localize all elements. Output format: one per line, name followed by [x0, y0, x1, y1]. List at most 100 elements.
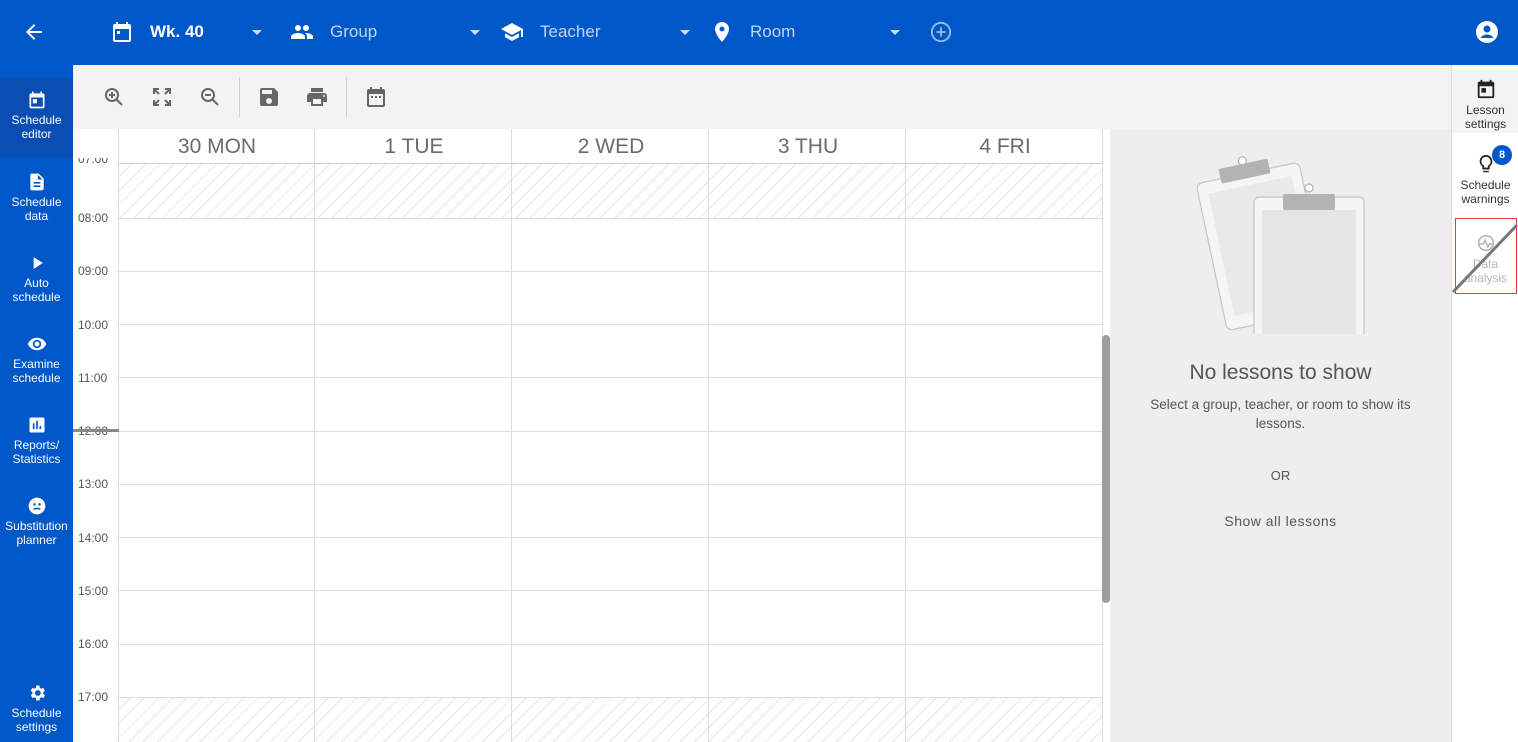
hour-line — [118, 218, 1102, 219]
nav-label: Auto — [24, 276, 49, 290]
chevron-down-icon — [470, 30, 480, 35]
rail-label: settings — [1464, 117, 1507, 131]
hour-line — [118, 590, 1102, 591]
week-calendar: 30 MON 1 TUE 2 WED 3 THU 4 FRI 07:00 08:… — [73, 129, 1110, 742]
rail-label: warnings — [1461, 192, 1510, 206]
lessons-panel: No lessons to show Select a group, teach… — [1110, 129, 1451, 742]
week-selector[interactable]: Wk. 40 — [110, 14, 270, 50]
day-header-fri: 4 FRI — [979, 135, 1031, 158]
rail-lesson-settings[interactable]: Lesson settings — [1452, 70, 1518, 133]
nav-label: Schedule — [11, 195, 62, 209]
or-divider-text: OR — [1270, 468, 1291, 483]
hour-line — [118, 431, 1102, 432]
day-header-mon: 30 MON — [177, 135, 257, 158]
substitution-icon — [28, 497, 45, 515]
calendar-icon[interactable] — [364, 85, 388, 109]
group-label: Group — [330, 22, 378, 41]
day-divider — [708, 129, 709, 742]
day-header-tue: 1 TUE — [384, 135, 444, 158]
unavailable-hours-top — [118, 164, 1102, 218]
time-label: 17:00 — [78, 690, 109, 704]
nav-label: Examine — [13, 357, 60, 371]
left-nav: Schedule editor Schedule data Auto sched… — [0, 65, 73, 742]
eye-icon — [27, 337, 46, 351]
toolbar-divider — [239, 77, 240, 117]
hour-line — [118, 697, 1102, 698]
time-label: 15:00 — [78, 584, 109, 598]
app-root: Wk. 40 Group Teacher Room Schedule edito… — [0, 0, 1518, 742]
top-bar: Wk. 40 Group Teacher Room — [0, 0, 1518, 65]
time-label: 11:00 — [78, 371, 108, 385]
time-label: 13:00 — [78, 477, 109, 491]
unavailable-hours-bottom — [118, 697, 1102, 742]
day-header-wed: 2 WED — [577, 135, 645, 158]
header-divider — [118, 163, 1102, 164]
toolbar-divider — [346, 77, 347, 117]
day-divider — [118, 129, 119, 742]
calendar-icon — [113, 22, 131, 42]
day-divider — [511, 129, 512, 742]
time-label: 07:00 — [78, 158, 109, 166]
teacher-label: Teacher — [540, 22, 601, 41]
nav-schedule-editor[interactable]: Schedule editor — [0, 78, 73, 158]
chevron-down-icon — [680, 30, 690, 35]
nav-label: Schedule — [11, 113, 62, 127]
time-label: 08:00 — [78, 211, 109, 225]
teacher-selector[interactable]: Teacher — [500, 14, 700, 50]
day-divider — [905, 129, 906, 742]
group-selector[interactable]: Group — [290, 14, 490, 50]
show-all-lessons-button[interactable]: Show all lessons — [1200, 513, 1361, 529]
week-label: Wk. 40 — [150, 22, 204, 41]
calendar-scrollbar[interactable] — [1102, 335, 1110, 603]
hour-line — [118, 271, 1102, 272]
calendar-today-icon — [29, 91, 44, 109]
rail-label: Schedule — [1460, 178, 1511, 192]
document-icon — [29, 173, 44, 191]
nav-substitution-planner[interactable]: Substitution planner — [0, 492, 73, 572]
nav-label: settings — [15, 720, 58, 734]
time-label: 16:00 — [78, 637, 109, 651]
rail-schedule-warnings[interactable]: 8 Schedule warnings — [1452, 145, 1518, 213]
time-label: 14:00 — [78, 531, 109, 545]
hour-line — [118, 324, 1102, 325]
calendar-today-icon — [1477, 79, 1494, 99]
hour-line — [118, 484, 1102, 485]
location-pin-icon — [715, 22, 729, 42]
gear-icon — [30, 685, 45, 701]
bar-chart-icon — [29, 417, 44, 433]
nav-label: planner — [16, 533, 57, 547]
add-filter-icon[interactable] — [930, 21, 952, 43]
nav-auto-schedule[interactable]: Auto schedule — [0, 249, 73, 329]
day-header-thu: 3 THU — [777, 135, 839, 158]
nav-label: schedule — [12, 290, 61, 304]
hour-line — [118, 377, 1102, 378]
time-label: 10:00 — [78, 318, 109, 332]
room-label: Room — [750, 22, 796, 41]
rail-label: Lesson — [1466, 103, 1505, 117]
nav-label: editor — [21, 127, 52, 141]
save-icon[interactable] — [257, 85, 281, 109]
zoom-out-icon[interactable] — [198, 85, 222, 109]
chevron-down-icon — [890, 30, 900, 35]
empty-state-subtitle: Select a group, teacher, or room to show… — [1150, 397, 1411, 431]
disabled-strike — [1451, 223, 1518, 294]
nav-examine-schedule[interactable]: Examine schedule — [0, 330, 73, 410]
toolbar — [73, 65, 1451, 129]
time-label: 09:00 — [78, 264, 109, 278]
print-icon[interactable] — [305, 85, 329, 109]
people-icon — [291, 25, 313, 39]
nav-reports-statistics[interactable]: Reports/ Statistics — [0, 411, 73, 491]
nav-schedule-settings[interactable]: Schedule settings — [0, 679, 73, 742]
fit-screen-icon[interactable] — [150, 85, 174, 109]
room-selector[interactable]: Room — [710, 14, 910, 50]
right-rail: Lesson settings 8 Schedule warnings Data… — [1451, 65, 1518, 742]
nav-label: Schedule — [11, 706, 62, 720]
back-arrow-icon[interactable] — [22, 20, 46, 44]
play-icon — [33, 257, 43, 269]
nav-label: Statistics — [12, 452, 61, 466]
warnings-count-badge: 8 — [1492, 145, 1512, 165]
zoom-in-icon[interactable] — [102, 85, 126, 109]
nav-schedule-data[interactable]: Schedule data — [0, 168, 73, 248]
hour-line — [118, 644, 1102, 645]
account-icon[interactable] — [1475, 20, 1499, 44]
